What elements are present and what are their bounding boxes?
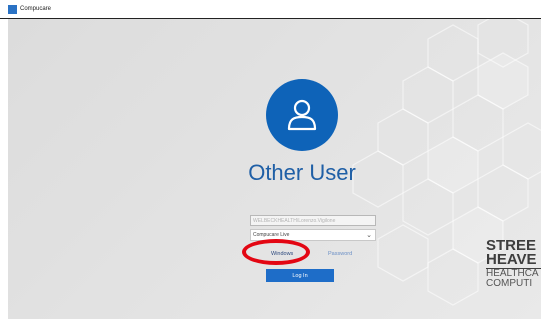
app-icon bbox=[8, 4, 17, 14]
annotation-circle bbox=[242, 239, 310, 265]
domain-select-value: Compucare Live bbox=[253, 232, 290, 238]
chevron-down-icon: ⌄ bbox=[366, 232, 372, 239]
user-name-heading: Other User bbox=[248, 160, 356, 185]
brand-logo: STREE HEAVE HEALTHCA COMPUTI bbox=[486, 239, 541, 309]
login-button[interactable]: Log In bbox=[266, 269, 334, 282]
user-icon bbox=[287, 99, 317, 131]
window-titlebar: Compucare bbox=[0, 0, 541, 19]
login-screen: Other User WELBECKHEALTH\Lorenzo.Vigilon… bbox=[8, 19, 541, 319]
window-title: Compucare bbox=[20, 6, 52, 12]
username-field[interactable]: WELBECKHEALTH\Lorenzo.Vigilone bbox=[250, 215, 376, 226]
tab-password[interactable]: Password bbox=[328, 251, 352, 257]
brand-line-2: HEAVE bbox=[486, 252, 541, 269]
user-avatar bbox=[266, 79, 338, 151]
brand-line-4: COMPUTI bbox=[486, 278, 533, 289]
